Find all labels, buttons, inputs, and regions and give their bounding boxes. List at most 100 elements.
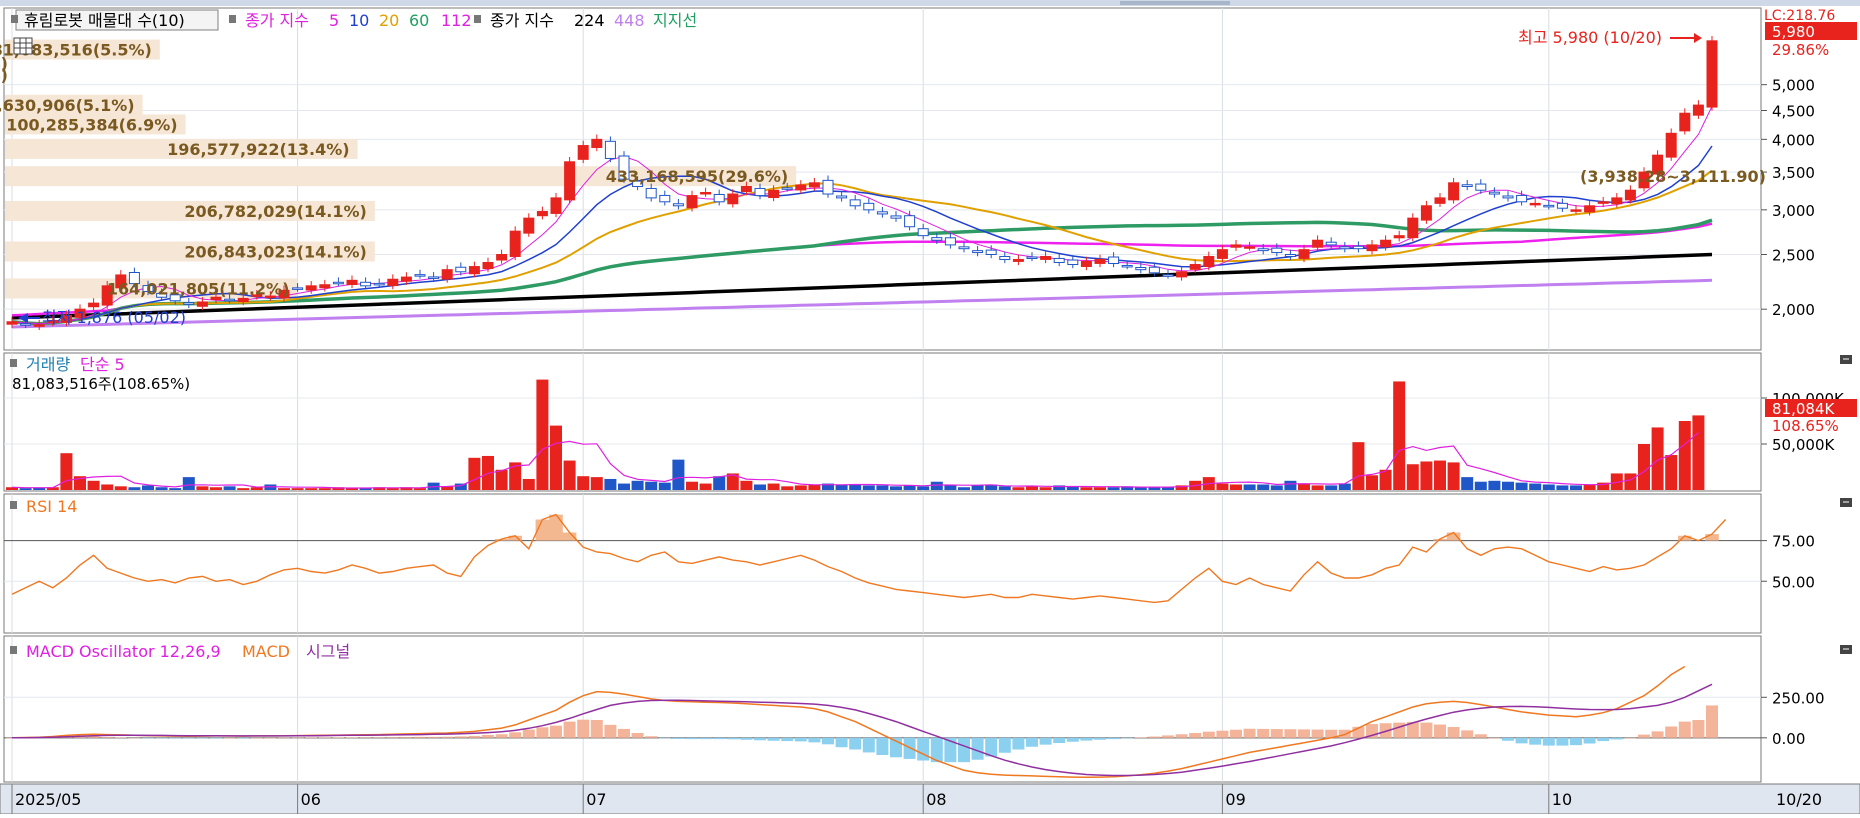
macd-osc-bar	[849, 737, 862, 750]
volume-profile-range-label: (3,938.28~3,111.90)	[1580, 167, 1766, 186]
candle-body	[781, 187, 793, 190]
candle-body	[904, 215, 916, 228]
volume-bar	[1556, 485, 1569, 490]
volume-bar	[1583, 484, 1596, 490]
x-axis-label: 10	[1552, 790, 1572, 809]
volume-bar	[1325, 485, 1338, 490]
macd-osc-bar	[128, 737, 141, 739]
volume-bar	[740, 480, 753, 490]
volume-title[interactable]: 거래량	[26, 355, 70, 374]
macd-osc-bar	[1202, 731, 1215, 738]
macd-osc-bar	[1420, 722, 1433, 738]
candle-body	[1312, 239, 1324, 248]
macd-osc-bar	[1175, 734, 1188, 738]
volume-last-label: 81,084K	[1772, 400, 1835, 418]
volume-bar	[958, 487, 970, 490]
candle-body	[305, 285, 317, 291]
volume-bar	[998, 486, 1011, 490]
volume-bar	[19, 488, 32, 490]
price-tick-label: 3,000	[1772, 202, 1815, 220]
volume-panel	[3, 352, 1762, 492]
volume-bar	[1542, 484, 1555, 490]
ma2-legend-448[interactable]: 448	[614, 11, 645, 30]
ma-legend-60[interactable]: 60	[409, 11, 429, 30]
candle-body	[319, 284, 331, 289]
ma2-legend-label[interactable]: 종가 지수	[490, 11, 554, 30]
volume-bar	[672, 459, 685, 490]
macd-osc-bar	[1624, 737, 1637, 739]
macd-osc-bar	[1515, 737, 1528, 744]
macd-osc-bar	[590, 720, 603, 738]
stock-name[interactable]: 휴림로봇 매물대 수(10)	[24, 11, 185, 30]
candle-body	[876, 211, 888, 215]
volume-bar	[1338, 483, 1351, 490]
support-legend[interactable]: 지지선	[653, 11, 697, 30]
macd-osc-bar	[332, 737, 345, 739]
macd-osc-bar	[998, 737, 1011, 753]
volume-profile-label: 164,021,805(11.2%)	[107, 279, 289, 298]
macd-label[interactable]: MACD	[242, 642, 290, 661]
candle-body	[196, 301, 208, 307]
macd-osc-bar	[427, 736, 440, 738]
volume-bar	[930, 481, 943, 490]
volume-bar	[155, 487, 168, 490]
macd-osc-bar	[1570, 737, 1582, 746]
volume-profile-label: 206,782,029(14.1%)	[184, 202, 366, 221]
ma-legend-icon	[229, 15, 236, 23]
candle-body	[795, 184, 807, 191]
candle-body	[836, 195, 848, 199]
macd-osc-bar	[155, 737, 168, 739]
macd-osc-bar	[291, 737, 304, 739]
macd-close-icon[interactable]	[1840, 645, 1852, 654]
signal-label[interactable]: 시그널	[306, 642, 350, 661]
price-tick-label: 2,000	[1772, 301, 1815, 319]
volume-ma-label[interactable]: 단순 5	[80, 355, 125, 374]
candle-body	[591, 138, 603, 149]
table-icon[interactable]	[13, 37, 33, 55]
volume-bar	[182, 477, 195, 490]
macd-title-icon	[10, 646, 17, 654]
volume-bar	[1529, 483, 1542, 490]
ma-legend-10[interactable]: 10	[349, 11, 369, 30]
candle-body	[727, 193, 739, 205]
candle-body	[822, 179, 834, 195]
macd-osc-bar	[754, 737, 766, 741]
volume-bar	[917, 486, 930, 490]
ma-legend-112[interactable]: 112	[441, 11, 472, 30]
price-tick-label: 3,500	[1772, 164, 1815, 182]
macd-tick-label: 250.00	[1772, 689, 1825, 707]
candle-body	[1080, 260, 1092, 267]
macd-osc-bar	[522, 729, 535, 738]
ma2-legend-224[interactable]: 224	[574, 11, 605, 30]
candle-body	[224, 298, 236, 302]
ma-legend-5[interactable]: 5	[329, 11, 339, 30]
volume-bar	[618, 483, 630, 490]
price-tick-label: 4,500	[1772, 102, 1815, 120]
rsi-title[interactable]: RSI 14	[26, 497, 77, 516]
ma-legend-label[interactable]: 종가 지수	[245, 11, 309, 30]
price-tick-label: 5,000	[1772, 77, 1815, 95]
macd-osc-bar	[414, 736, 426, 738]
macd-osc-bar	[373, 737, 386, 738]
rsi-close-icon[interactable]	[1840, 498, 1852, 507]
macd-title[interactable]: MACD Oscillator 12,26,9	[26, 642, 221, 661]
candle-body	[999, 255, 1011, 260]
candle-body	[1067, 259, 1079, 266]
top-scroll-thumb[interactable]	[1120, 1, 1230, 5]
volume-bar	[1284, 480, 1297, 490]
candle-body	[1135, 267, 1147, 271]
volume-bar	[713, 476, 726, 490]
candle-body	[20, 323, 32, 326]
candle-body	[1026, 256, 1038, 260]
volume-close-icon[interactable]	[1840, 355, 1852, 364]
top-scroll-bar[interactable]	[0, 0, 1860, 6]
candle-body	[1339, 246, 1351, 250]
volume-title-icon	[10, 359, 17, 367]
candle-body	[1597, 201, 1609, 204]
volume-bar	[862, 485, 875, 490]
macd-osc-bar	[672, 737, 685, 739]
ma-legend-20[interactable]: 20	[379, 11, 399, 30]
candle-body	[1516, 194, 1528, 203]
macd-osc-bar	[1189, 732, 1202, 738]
candle-body	[1692, 104, 1704, 116]
